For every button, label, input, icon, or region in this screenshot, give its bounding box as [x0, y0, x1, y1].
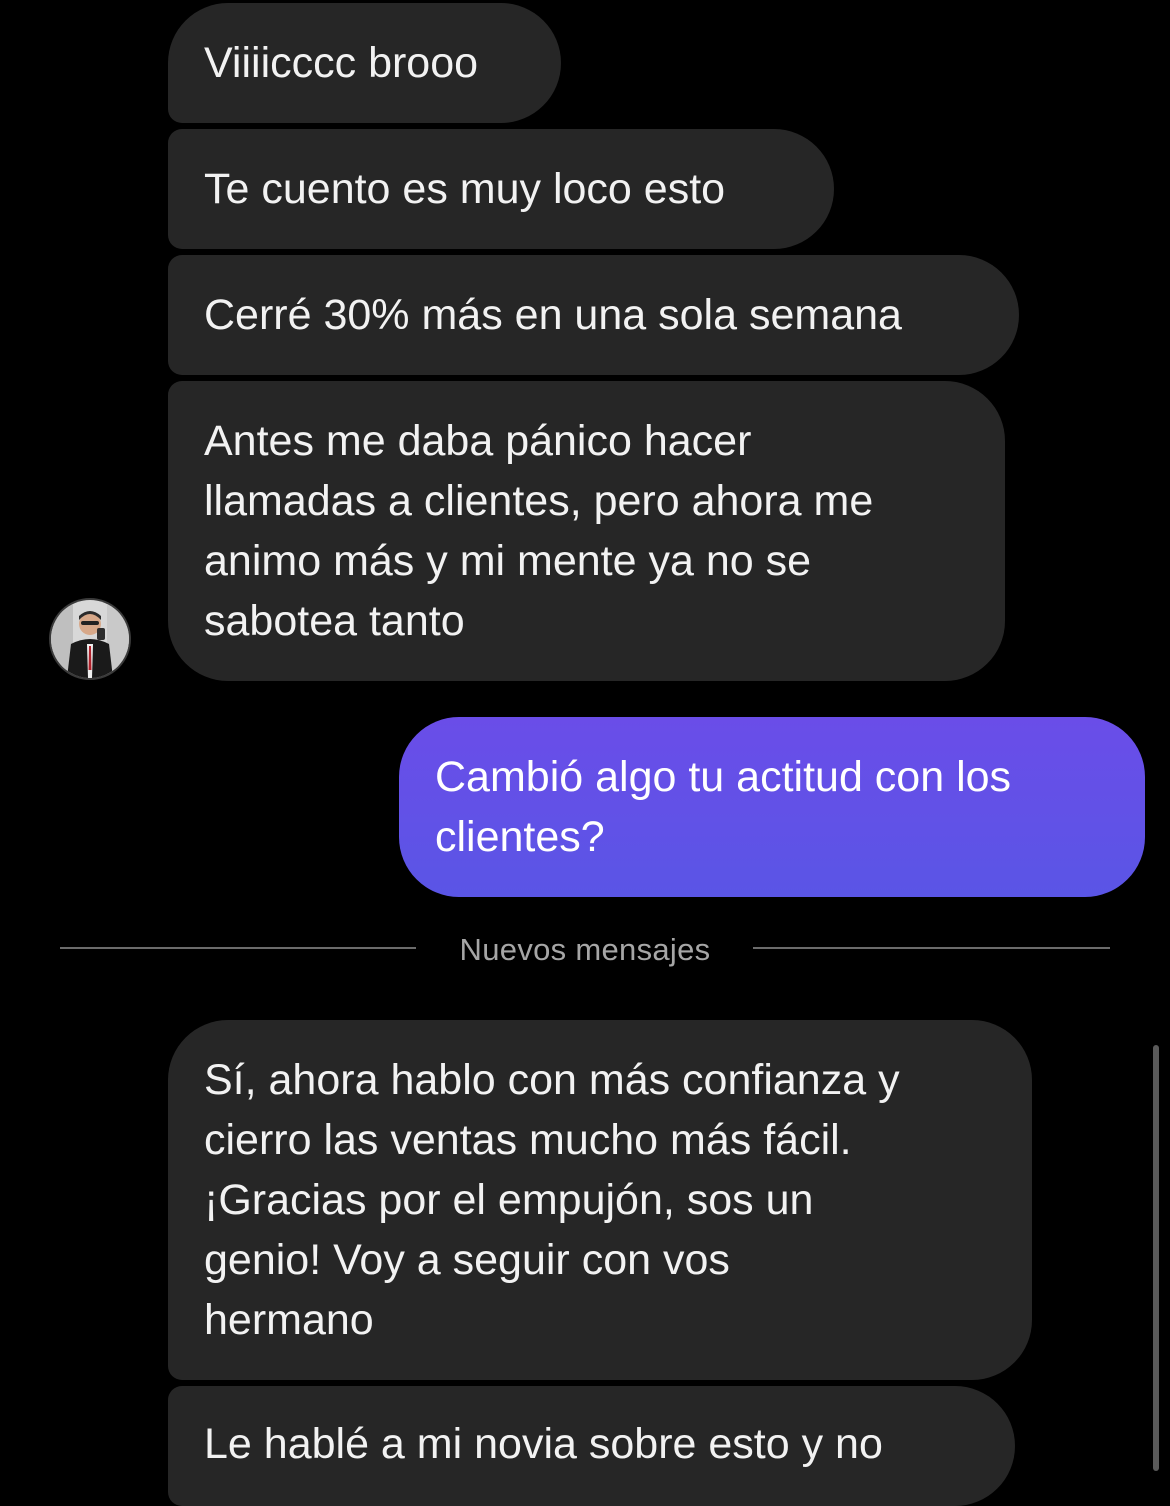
- message-text: Te cuento es muy loco esto: [204, 165, 726, 213]
- message-bubble-incoming[interactable]: Viiiicccc brooo: [168, 3, 561, 123]
- message-text: Cerré 30% más en una sola semana: [204, 291, 902, 339]
- message-text: Viiiicccc brooo: [204, 39, 479, 87]
- user-avatar-photo-icon: [51, 600, 129, 678]
- scrollbar[interactable]: [1153, 1045, 1159, 1471]
- new-messages-divider: Nuevos mensajes: [459, 932, 711, 967]
- message-bubble-incoming[interactable]: Sí, ahora hablo con más confianza y cier…: [168, 1020, 1032, 1380]
- message-text: Sí, ahora hablo con más confianza y cier…: [204, 1056, 900, 1344]
- message-bubble-incoming[interactable]: Te cuento es muy loco esto: [168, 129, 834, 249]
- divider-line-left: [60, 947, 416, 949]
- message-bubble-outgoing[interactable]: Cambió algo tu actitud con los clientes?: [399, 717, 1145, 897]
- message-text: Cambió algo tu actitud con los clientes?: [435, 753, 1012, 861]
- message-bubble-incoming[interactable]: Cerré 30% más en una sola semana: [168, 255, 1019, 375]
- message-bubble-incoming[interactable]: Le hablé a mi novia sobre esto y no: [168, 1386, 1015, 1506]
- message-bubble-incoming[interactable]: Antes me daba pánico hacer llamadas a cl…: [168, 381, 1005, 681]
- message-text: Le hablé a mi novia sobre esto y no: [204, 1420, 883, 1468]
- contact-avatar[interactable]: [49, 598, 131, 680]
- message-text: Antes me daba pánico hacer llamadas a cl…: [204, 417, 874, 645]
- divider-line-right: [753, 947, 1110, 949]
